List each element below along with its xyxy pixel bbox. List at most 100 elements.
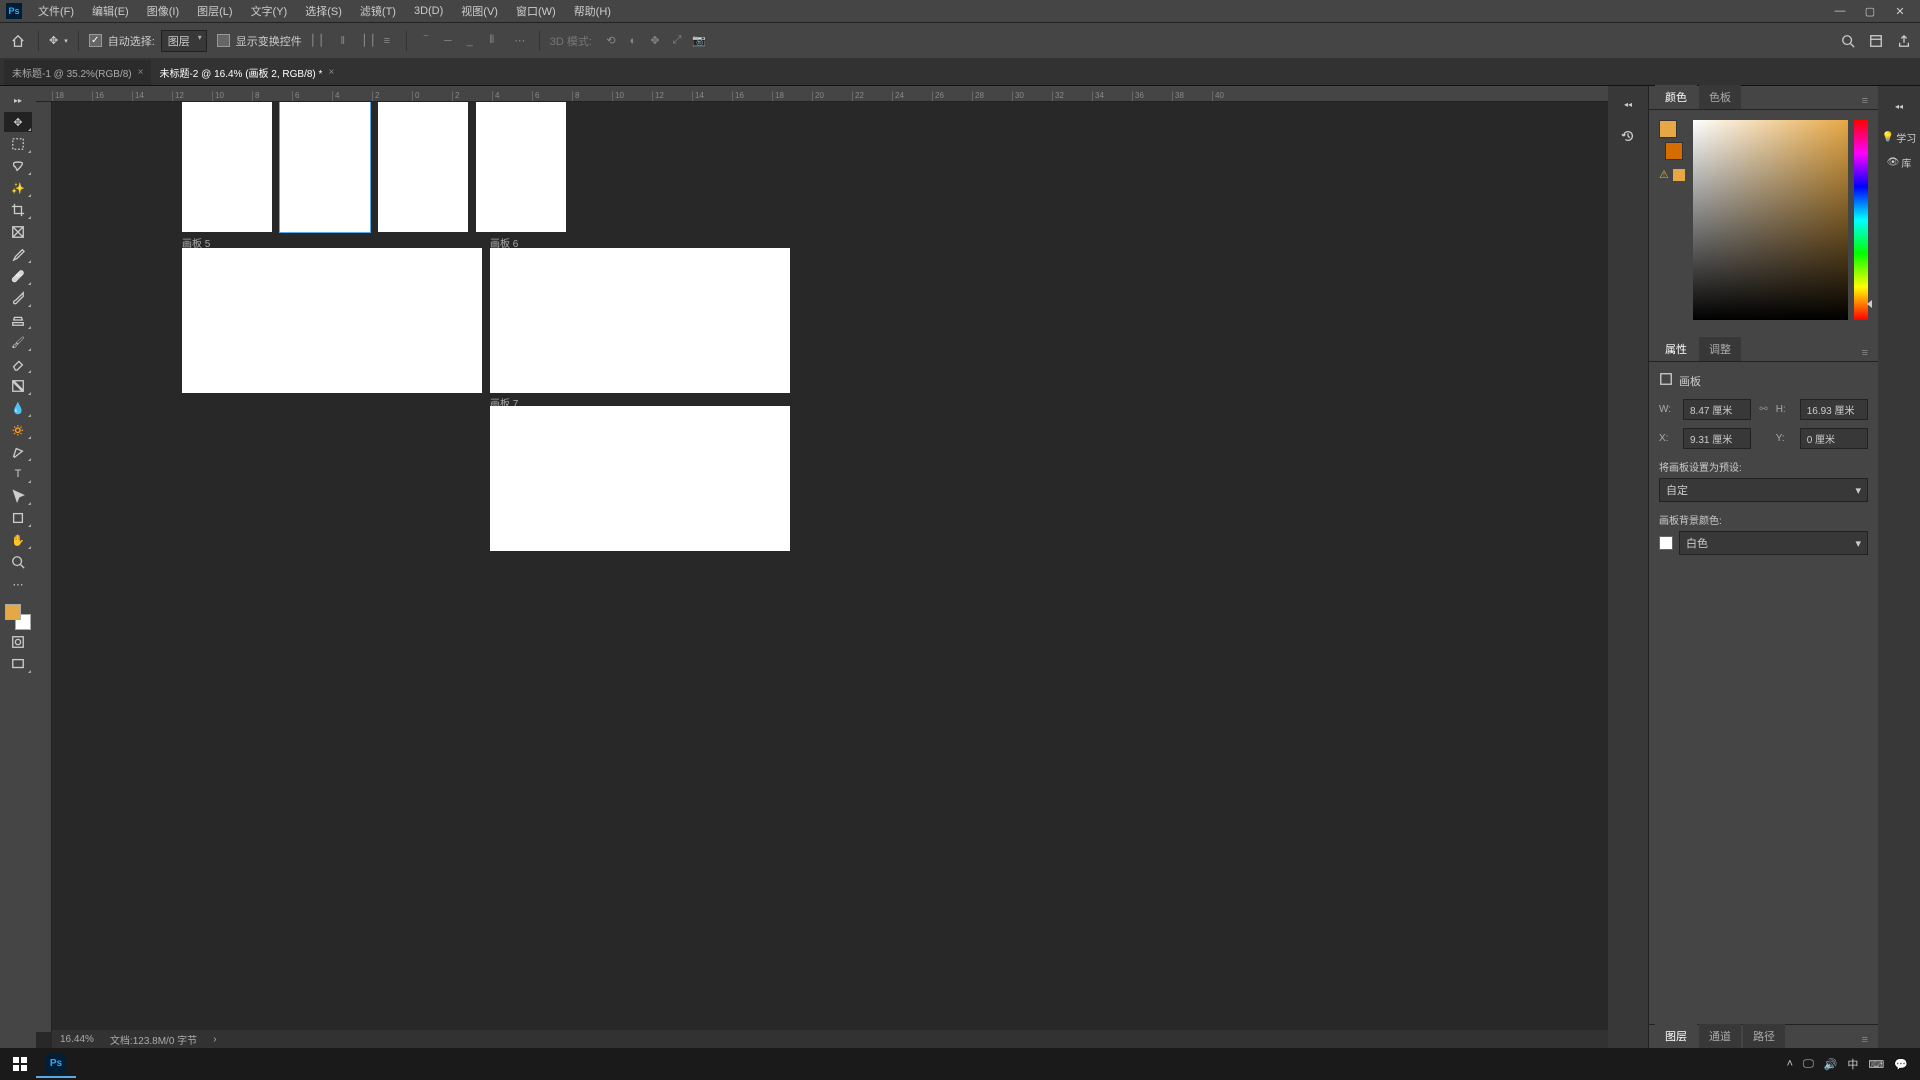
hue-slider[interactable] (1854, 120, 1868, 320)
zoom-level[interactable]: 16.44% (60, 1034, 94, 1045)
brush-tool[interactable] (4, 288, 32, 308)
tab-properties[interactable]: 属性 (1655, 337, 1697, 361)
tray-ime-indicator[interactable]: 中 (1847, 1056, 1858, 1072)
clone-stamp-tool[interactable] (4, 310, 32, 330)
lasso-tool[interactable] (4, 156, 32, 176)
bgcolor-dropdown[interactable]: 白色▾ (1679, 531, 1868, 555)
tab-layers[interactable]: 图层 (1655, 1024, 1697, 1048)
artboard-5[interactable] (182, 248, 482, 393)
saturation-value-picker[interactable] (1693, 120, 1848, 320)
menu-file[interactable]: 文件(F) (30, 0, 82, 22)
restore-button[interactable]: ▢ (1856, 1, 1884, 21)
menu-view[interactable]: 视图(V) (453, 0, 506, 22)
quick-mask-tool[interactable] (4, 632, 32, 652)
healing-tool[interactable]: 🩹 (4, 266, 32, 286)
move-tool[interactable]: ✥ (4, 112, 32, 132)
menu-edit[interactable]: 编辑(E) (84, 0, 137, 22)
align-center-h-icon[interactable]: ‖ (334, 32, 352, 50)
align-bottom-icon[interactable]: _ (461, 32, 479, 50)
history-panel-icon[interactable] (1614, 122, 1642, 150)
y-field[interactable]: 0 厘米 (1800, 428, 1868, 449)
show-transform-checkbox[interactable] (217, 34, 230, 47)
eraser-tool[interactable] (4, 354, 32, 374)
minimize-button[interactable]: — (1826, 1, 1854, 21)
eyedropper-tool[interactable] (4, 244, 32, 264)
auto-select-target-dropdown[interactable]: 图层 (161, 30, 207, 52)
home-button[interactable] (8, 31, 28, 51)
align-left-icon[interactable]: ▏▏ (312, 32, 330, 50)
edit-toolbar-icon[interactable]: ⋯ (4, 574, 32, 594)
learn-panel-button[interactable]: 💡学习 (1882, 130, 1916, 145)
artboard-2[interactable] (280, 102, 370, 232)
menu-image[interactable]: 图像(I) (139, 0, 187, 22)
web-safe-swatch[interactable] (1673, 169, 1685, 181)
start-button[interactable] (4, 1050, 36, 1078)
libraries-panel-button[interactable]: 👁库 (1887, 155, 1912, 170)
workspace-icon[interactable] (1868, 33, 1884, 49)
align-stretch-icon[interactable]: ≡ (378, 32, 396, 50)
tab-close-icon[interactable]: × (328, 67, 334, 78)
blur-tool[interactable]: 💧 (4, 398, 32, 418)
tray-keyboard-icon[interactable]: ⌨ (1868, 1058, 1884, 1071)
warning-icon[interactable]: ⚠ (1659, 168, 1669, 181)
pen-tool[interactable] (4, 442, 32, 462)
gradient-tool[interactable] (4, 376, 32, 396)
bgcolor-swatch[interactable] (1659, 536, 1673, 550)
share-icon[interactable] (1896, 33, 1912, 49)
align-middle-icon[interactable]: ─ (439, 32, 457, 50)
ruler-horizontal[interactable]: 1816141210864202468101214161820222426283… (36, 86, 1608, 102)
x-field[interactable]: 9.31 厘米 (1683, 428, 1751, 449)
taskbar-photoshop[interactable]: Ps (36, 1050, 76, 1078)
screen-mode-tool[interactable] (4, 654, 32, 674)
tab-swatches[interactable]: 色板 (1699, 85, 1741, 109)
marquee-tool[interactable] (4, 134, 32, 154)
collapse-icon[interactable]: ◂◂ (1885, 92, 1913, 120)
align-more-icon[interactable]: ⋯ (511, 32, 529, 50)
magic-wand-tool[interactable]: ✨ (4, 178, 32, 198)
align-right-icon[interactable]: ▕▕ (356, 32, 374, 50)
color-swatch-pair[interactable] (1659, 120, 1683, 160)
close-button[interactable]: ✕ (1886, 1, 1914, 21)
tab-paths[interactable]: 路径 (1743, 1024, 1785, 1048)
menu-window[interactable]: 窗口(W) (508, 0, 564, 22)
menu-help[interactable]: 帮助(H) (566, 0, 619, 22)
document-tab[interactable]: 未标题-1 @ 35.2%(RGB/8) × (4, 60, 151, 85)
auto-select-checkbox[interactable] (89, 34, 102, 47)
tray-action-center-icon[interactable]: 💬 (1894, 1058, 1908, 1071)
menu-layer[interactable]: 图层(L) (189, 0, 240, 22)
tab-channels[interactable]: 通道 (1699, 1024, 1741, 1048)
artboard-4[interactable] (476, 102, 566, 232)
tray-volume-icon[interactable]: 🔊 (1824, 1058, 1838, 1071)
menu-type[interactable]: 文字(Y) (243, 0, 296, 22)
artboard-7[interactable] (490, 406, 790, 551)
canvas[interactable]: 画板 5 画板 6 画板 7 (52, 102, 1608, 1030)
shape-tool[interactable] (4, 508, 32, 528)
artboard-1[interactable] (182, 102, 272, 232)
dodge-tool[interactable]: 🔅 (4, 420, 32, 440)
collapse-icon[interactable]: ▸▸ (4, 90, 32, 110)
history-brush-tool[interactable]: 🖌 (4, 332, 32, 352)
doc-size[interactable]: 文档:123.8M/0 字节 (110, 1032, 197, 1047)
hand-tool[interactable]: ✋ (4, 530, 32, 550)
menu-filter[interactable]: 滤镜(T) (352, 0, 404, 22)
path-select-tool[interactable] (4, 486, 32, 506)
panel-menu-icon[interactable]: ≡ (1858, 345, 1872, 361)
artboard-6[interactable] (490, 248, 790, 393)
width-field[interactable]: 8.47 厘米 (1683, 399, 1751, 420)
distribute-icon[interactable]: ⫴ (483, 32, 501, 50)
align-top-icon[interactable]: ‾ (417, 32, 435, 50)
tray-display-icon[interactable]: 🖵 (1803, 1058, 1814, 1071)
tray-chevron-icon[interactable]: ˄ (1787, 1058, 1793, 1070)
collapse-icon[interactable]: ◂◂ (1614, 90, 1642, 118)
tab-adjustments[interactable]: 调整 (1699, 337, 1741, 361)
color-swatches[interactable] (5, 604, 31, 630)
status-chevron-icon[interactable]: › (213, 1034, 216, 1045)
panel-menu-icon[interactable]: ≡ (1858, 1032, 1872, 1048)
move-tool-icon[interactable]: ✥▾ (49, 34, 68, 47)
type-tool[interactable]: T (4, 464, 32, 484)
menu-3d[interactable]: 3D(D) (406, 2, 451, 20)
search-icon[interactable] (1840, 33, 1856, 49)
foreground-swatch[interactable] (5, 604, 21, 620)
frame-tool[interactable] (4, 222, 32, 242)
ruler-vertical[interactable] (36, 102, 52, 1032)
